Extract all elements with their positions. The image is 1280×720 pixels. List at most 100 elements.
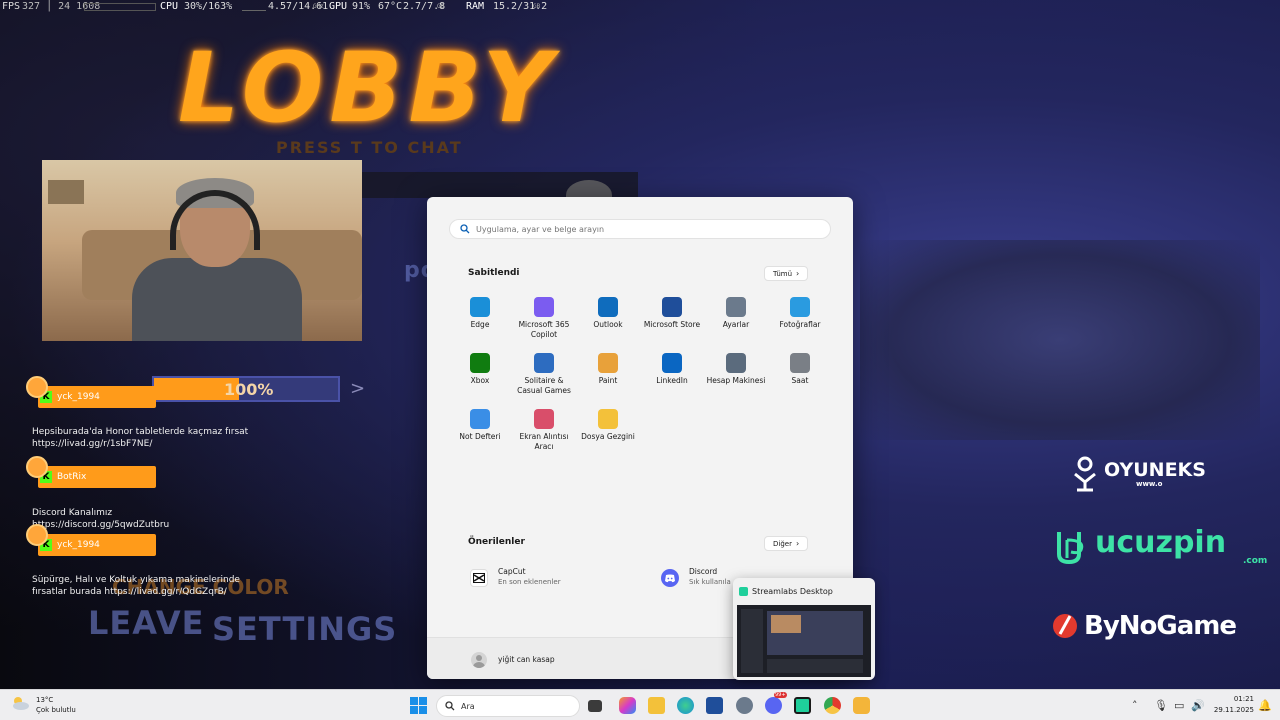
chat-user-badge: K yck_1994 <box>26 376 156 408</box>
pinned-app[interactable]: LinkedIn <box>640 353 704 386</box>
pinned-app[interactable]: Ekran Alıntısı Aracı <box>512 409 576 452</box>
chat-message: Discord Kanalımız https://discord.gg/5qw… <box>32 508 170 530</box>
ghost-leave: LEAVE <box>88 604 205 642</box>
pinned-app-label: Solitaire & Casual Games <box>517 376 571 395</box>
notification-bell-icon[interactable]: 🔔 <box>1258 699 1272 712</box>
settings-gear-icon[interactable] <box>736 697 753 714</box>
xbox-icon <box>470 353 490 373</box>
pinned-app[interactable]: Edge <box>448 297 512 330</box>
all-apps-label: Tümü <box>773 269 793 278</box>
oyuneks-sub: www.o <box>1136 480 1163 488</box>
chevron-up-icon[interactable]: ˄ <box>1132 699 1138 712</box>
weather-widget[interactable]: 13°C Çok bulutlu <box>10 695 76 715</box>
microphone-icon[interactable]: 🎙 <box>1154 699 1168 712</box>
chrome-icon[interactable] <box>824 697 841 714</box>
pinned-app[interactable]: Ayarlar <box>704 297 768 330</box>
preview-thumbnail[interactable] <box>737 605 871 677</box>
streamlabs-icon <box>739 587 748 596</box>
progress-text: 100% <box>224 380 274 399</box>
snipping-tool-icon <box>534 409 554 429</box>
lobby-title: LOBBY <box>178 32 558 144</box>
pinned-app-label: Not Defteri <box>459 432 501 441</box>
settings-gear-icon <box>726 297 746 317</box>
webcam-feed <box>42 160 362 341</box>
streamlabs-icon[interactable] <box>794 697 811 714</box>
pinned-app[interactable]: Microsoft Store <box>640 297 704 330</box>
search-icon <box>460 224 470 234</box>
user-avatar[interactable] <box>471 652 487 668</box>
chat-user-badge: K BotRix <box>26 456 156 488</box>
pinned-app[interactable]: Outlook <box>576 297 640 330</box>
app-icon[interactable] <box>853 697 870 714</box>
recommended-title: Discord <box>689 567 718 576</box>
recommended-item-capcut[interactable]: CapCut En son eklenenler <box>470 567 561 587</box>
ghost-settings: SETTINGS <box>212 610 398 648</box>
start-search-box[interactable] <box>449 219 831 239</box>
start-search-input[interactable] <box>476 224 816 234</box>
gpu-temp: 67°C <box>378 1 403 12</box>
pinned-app-label: LinkedIn <box>656 376 688 385</box>
cpu-graph <box>242 3 266 11</box>
preview-title: Streamlabs Desktop <box>752 587 833 596</box>
ucuzpin-logo-icon <box>1057 532 1084 565</box>
volume-icon[interactable]: 🔊 <box>1191 699 1205 712</box>
cpu-values: 30%/163% <box>184 1 233 12</box>
copilot-icon[interactable] <box>619 697 636 714</box>
network-icon[interactable]: ▭ <box>1174 699 1184 712</box>
sponsor-ucuzpin: ucuzpin .com <box>1055 528 1267 566</box>
bynogame-name: ByNoGame <box>1084 611 1237 641</box>
discord-icon <box>661 569 679 587</box>
streamlabs-preview[interactable]: Streamlabs Desktop <box>733 578 875 680</box>
solitaire-icon <box>534 353 554 373</box>
gpu-values: 91% <box>352 1 371 12</box>
task-view-icon[interactable] <box>588 700 602 712</box>
gpu-label: GPU <box>329 1 348 12</box>
store-icon[interactable] <box>706 697 723 714</box>
pinned-app[interactable]: Dosya Gezgini <box>576 409 640 442</box>
capcut-icon <box>470 569 488 587</box>
dark-panel <box>362 172 638 198</box>
taskbar: 13°C Çok bulutlu Ara 99+ ˄ 🎙 ▭ 🔊 01:21 2… <box>0 689 1280 720</box>
store-icon <box>662 297 682 317</box>
pinned-app-label: Saat <box>791 376 809 385</box>
recommended-item-discord[interactable]: Discord Sık kullanıla <box>661 567 731 587</box>
chevron-right-icon: › <box>796 269 800 278</box>
windows-start-button[interactable] <box>410 697 427 714</box>
calculator-icon <box>726 353 746 373</box>
clock-date: 29.11.2025 <box>1213 706 1254 714</box>
all-apps-button[interactable]: Tümü › <box>764 266 809 281</box>
pinned-section-title: Sabitlendi <box>468 268 520 278</box>
weather-temp: 13°C <box>36 696 54 704</box>
pinned-app-label: Paint <box>598 376 618 385</box>
file-explorer-icon <box>598 409 618 429</box>
discord-icon[interactable]: 99+ <box>765 692 787 714</box>
cloudy-icon <box>13 697 29 710</box>
cpu-clock-unit: GHz <box>313 3 324 10</box>
chat-username: BotRix <box>57 472 87 482</box>
sponsor-bynogame: ByNoGame <box>1052 610 1237 642</box>
pinned-app-label: Hesap Makinesi <box>706 376 766 385</box>
pinned-app-label: Dosya Gezgini <box>581 432 635 441</box>
more-button[interactable]: Diğer › <box>764 536 809 551</box>
next-arrow[interactable]: > <box>350 378 365 399</box>
recommended-section-title: Önerilenler <box>468 537 525 547</box>
pinned-app[interactable]: Microsoft 365 Copilot <box>512 297 576 340</box>
pinned-app[interactable]: Fotoğraflar <box>768 297 832 330</box>
clock-time: 01:21 <box>1233 695 1254 703</box>
fps-label: FPS <box>2 1 21 12</box>
edge-icon[interactable] <box>677 697 694 714</box>
taskbar-clock[interactable]: 01:21 29.11.2025 <box>1212 694 1254 716</box>
taskbar-search[interactable]: Ara <box>436 695 580 717</box>
pinned-app[interactable]: Not Defteri <box>448 409 512 442</box>
ucuzpin-sub: .com <box>1243 556 1268 566</box>
pinned-app[interactable]: Solitaire & Casual Games <box>512 353 576 396</box>
pinned-app[interactable]: Saat <box>768 353 832 386</box>
pinned-app[interactable]: Hesap Makinesi <box>704 353 768 386</box>
oyuneks-name: OYUNEKS <box>1104 459 1206 481</box>
user-name[interactable]: yiğit can kasap <box>498 655 555 664</box>
file-explorer-icon[interactable] <box>648 697 665 714</box>
pinned-app[interactable]: Paint <box>576 353 640 386</box>
pinned-app[interactable]: Xbox <box>448 353 512 386</box>
lobby-progress-bar: 100% <box>152 376 340 402</box>
discord-badge: 99+ <box>774 692 787 698</box>
